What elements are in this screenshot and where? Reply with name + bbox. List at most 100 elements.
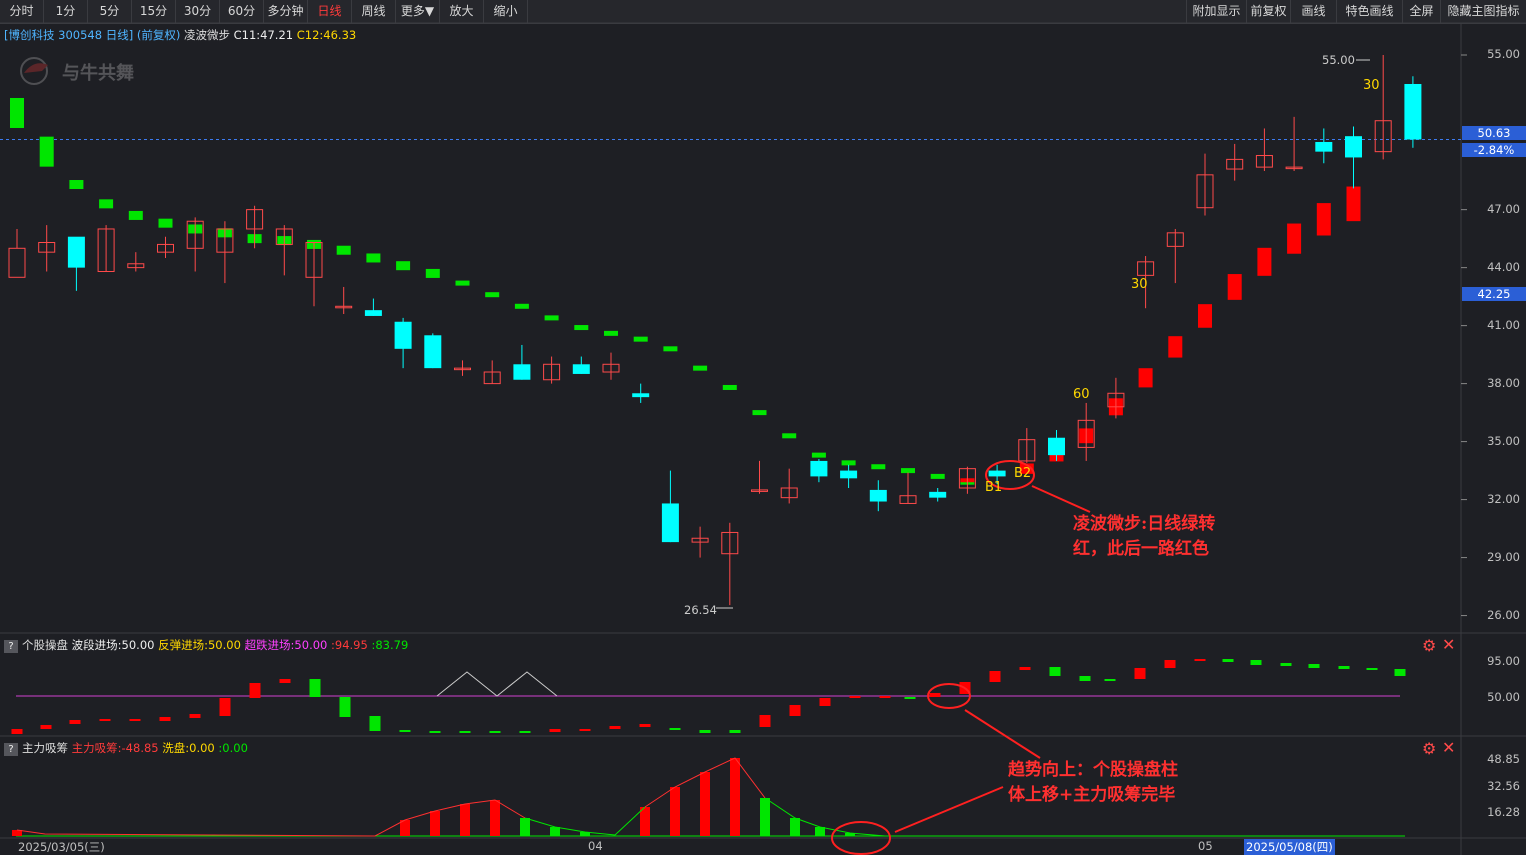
- panel1-bar: [1338, 666, 1350, 669]
- kline-chart: [0, 22, 1526, 855]
- panel1-bar: [279, 679, 291, 683]
- crosshair-price-tag: 42.25: [1462, 287, 1526, 301]
- panel2-line-green: [524, 806, 646, 836]
- candle-body: [929, 491, 947, 498]
- panel1-bar: [1104, 679, 1116, 681]
- annotation-line: 体上移+主力吸筹完毕: [1008, 785, 1176, 805]
- price-axis-label: 38.00: [1487, 375, 1520, 390]
- signal-30-top: 30: [1363, 78, 1380, 93]
- help-icon[interactable]: ?: [4, 640, 18, 653]
- annotation-pointer: [894, 786, 1004, 833]
- panel2-info: ? 主力吸筹 主力吸筹:-48.85 洗盘:0.00 :0.00: [4, 740, 248, 756]
- candle-body: [67, 236, 85, 268]
- wave-line-green-block: [574, 325, 589, 331]
- candle-body: [394, 321, 412, 349]
- panel2-line-red: [16, 799, 526, 837]
- panel2-bar: [670, 787, 680, 836]
- annotation-line: 凌波微步:日线绿转: [1073, 514, 1216, 534]
- wave-line-green-block: [69, 180, 84, 190]
- panel2-bar: [550, 827, 560, 836]
- candle-body: [8, 247, 26, 278]
- candle-body: [661, 503, 679, 543]
- candle-body: [1345, 136, 1362, 158]
- signal-b2: B2: [1014, 466, 1032, 481]
- wave-line-green-block: [782, 433, 797, 439]
- panel2-bar: [520, 818, 530, 836]
- panel2-axis-3: 16.28: [1487, 805, 1520, 819]
- price-axis-label: 41.00: [1487, 317, 1520, 332]
- candle-body: [1048, 437, 1065, 456]
- date-start: 2025/03/05(三): [18, 840, 105, 854]
- wave-line-green-block: [425, 268, 440, 278]
- wave-line-red-block: [1316, 203, 1331, 236]
- price-axis-label: 44.00: [1487, 259, 1520, 274]
- gear-icon[interactable]: ⚙: [1422, 636, 1436, 655]
- wave-line-green-block: [158, 218, 173, 228]
- price-axis-label: 32.00: [1487, 491, 1520, 506]
- wave-line-green-block: [841, 460, 856, 466]
- panel1-bar: [69, 720, 81, 724]
- panel1-bar: [159, 717, 171, 721]
- panel1-bar: [1394, 669, 1406, 676]
- signal-60: 60: [1073, 387, 1090, 402]
- panel1-axis-95: 95.00: [1487, 654, 1520, 668]
- signal-30-mid: 30: [1131, 277, 1148, 292]
- close-icon[interactable]: ✕: [1442, 738, 1455, 757]
- panel1-bar: [309, 679, 321, 697]
- panel1-bar: [1049, 667, 1061, 676]
- price-axis-label: 55.00: [1487, 47, 1520, 61]
- adjust-mode: (前复权): [136, 28, 181, 42]
- panel1-bar: [1366, 668, 1378, 670]
- wave-line-green-block: [811, 452, 826, 458]
- annotation-pointer: [1031, 485, 1091, 513]
- panel1-bar: [1308, 664, 1320, 668]
- wave-line-green-block: [455, 280, 470, 286]
- date-april: 04: [588, 839, 603, 853]
- high-price-label: 55.00: [1322, 53, 1355, 67]
- panel2-bar: [790, 818, 800, 836]
- panel1-v5: :83.79: [371, 638, 409, 652]
- panel1-bar: [699, 730, 711, 733]
- wave-line-green-block: [544, 315, 559, 321]
- panel1-info: ? 个股操盘 波段进场:50.00 反弹进场:50.00 超跌进场:50.00 :…: [4, 637, 408, 653]
- panel1-bar: [1079, 676, 1091, 681]
- panel1-bar: [759, 715, 771, 727]
- panel1-bar: [819, 698, 831, 706]
- wave-line-green-block: [663, 346, 678, 352]
- panel1-v4: :94.95: [331, 638, 368, 652]
- wave-line-green-block: [10, 97, 24, 128]
- panel1-bar: [929, 693, 941, 697]
- candle-body: [810, 460, 828, 477]
- panel1-bar: [129, 719, 141, 721]
- annotation-pointer: [964, 709, 1041, 759]
- wave-line-red-block: [1198, 304, 1212, 328]
- price-axis-label: 47.00: [1487, 201, 1520, 216]
- wave-line-green-block: [901, 468, 915, 474]
- indicator-name[interactable]: 凌波微步: [184, 28, 230, 42]
- panel2-bar: [730, 758, 740, 836]
- panel1-bar: [849, 696, 861, 698]
- panel1-title[interactable]: 个股操盘: [22, 638, 68, 652]
- low-price-label: 26.54: [684, 603, 717, 617]
- main-info-line: [博创科技 300548 日线] (前复权) 凌波微步 C11:47.21 C1…: [4, 27, 356, 43]
- candle-body: [513, 364, 531, 380]
- panel1-bar: [99, 719, 111, 721]
- gear-icon[interactable]: ⚙: [1422, 739, 1436, 758]
- panel2-title[interactable]: 主力吸筹: [22, 741, 68, 755]
- wave-line-green-block: [128, 210, 143, 220]
- panel1-bar: [1134, 668, 1146, 679]
- panel2-bar: [760, 798, 770, 836]
- date-cursor: 2025/05/08(四): [1244, 839, 1335, 855]
- panel1-bar: [879, 696, 891, 698]
- wave-line-green-block: [752, 410, 767, 416]
- help-icon[interactable]: ?: [4, 743, 18, 756]
- panel1-bar: [1164, 660, 1176, 668]
- panel1-bar: [1280, 663, 1292, 666]
- panel2-bar: [640, 807, 650, 836]
- annotation-line: 趋势向上：个股操盘柱: [1008, 760, 1178, 780]
- wave-line-green-block: [722, 384, 737, 390]
- stock-name[interactable]: [博创科技 300548 日线]: [4, 28, 133, 42]
- candle-body: [364, 310, 382, 316]
- candle-body: [1315, 141, 1333, 152]
- close-icon[interactable]: ✕: [1442, 635, 1455, 654]
